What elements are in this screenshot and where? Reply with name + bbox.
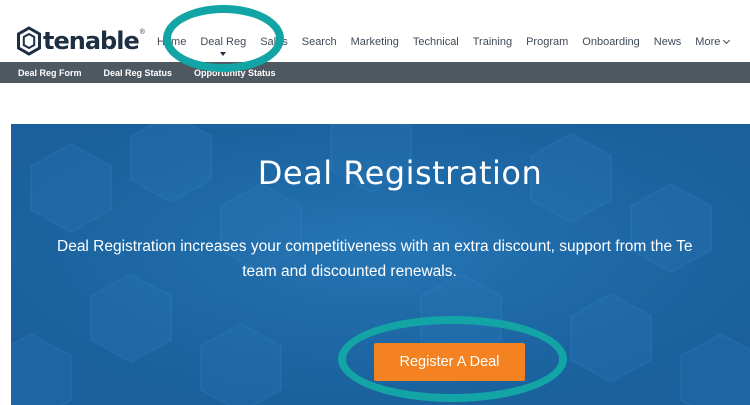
- hero-description-line-2: team and discounted renewals.: [242, 263, 457, 280]
- deal-registration-hero: Deal Registration Deal Registration incr…: [11, 124, 750, 405]
- nav-item-onboarding[interactable]: Onboarding: [582, 34, 640, 50]
- nav-item-more-label: More: [695, 36, 721, 48]
- nav-item-more[interactable]: More: [695, 34, 731, 50]
- subnav-item-deal-reg-status[interactable]: Deal Reg Status: [104, 68, 173, 78]
- hero-title: Deal Registration: [257, 154, 543, 192]
- trademark-symbol: ®: [139, 28, 145, 36]
- main-menu: Home Deal Reg Sales Search Marketing Tec…: [157, 34, 743, 56]
- nav-item-program[interactable]: Program: [526, 34, 568, 50]
- nav-item-sales[interactable]: Sales: [260, 34, 288, 50]
- tenable-hexagon-logo-icon: [17, 26, 41, 56]
- nav-item-marketing[interactable]: Marketing: [351, 34, 399, 50]
- brand-name: tenable: [43, 27, 140, 55]
- tenable-logo[interactable]: tenable ®: [16, 25, 145, 57]
- nav-item-training[interactable]: Training: [473, 34, 512, 50]
- nav-item-search[interactable]: Search: [302, 34, 337, 50]
- nav-item-deal-reg[interactable]: Deal Reg: [200, 34, 246, 56]
- sub-navigation: Deal Reg Form Deal Reg Status Opportunit…: [0, 62, 750, 83]
- subnav-item-deal-reg-form[interactable]: Deal Reg Form: [18, 68, 82, 78]
- hero-description-line-1: Deal Registration increases your competi…: [57, 238, 693, 255]
- chevron-down-icon: [723, 36, 731, 45]
- nav-item-home[interactable]: Home: [157, 34, 186, 50]
- hero-description: Deal Registration increases your competi…: [57, 234, 742, 284]
- nav-item-news[interactable]: News: [654, 34, 682, 50]
- nav-item-technical[interactable]: Technical: [413, 34, 459, 50]
- subnav-item-opportunity-status[interactable]: Opportunity Status: [194, 68, 276, 78]
- register-a-deal-button[interactable]: Register A Deal: [374, 343, 525, 381]
- top-navigation: tenable ® Home Deal Reg Sales Search Mar…: [0, 0, 750, 62]
